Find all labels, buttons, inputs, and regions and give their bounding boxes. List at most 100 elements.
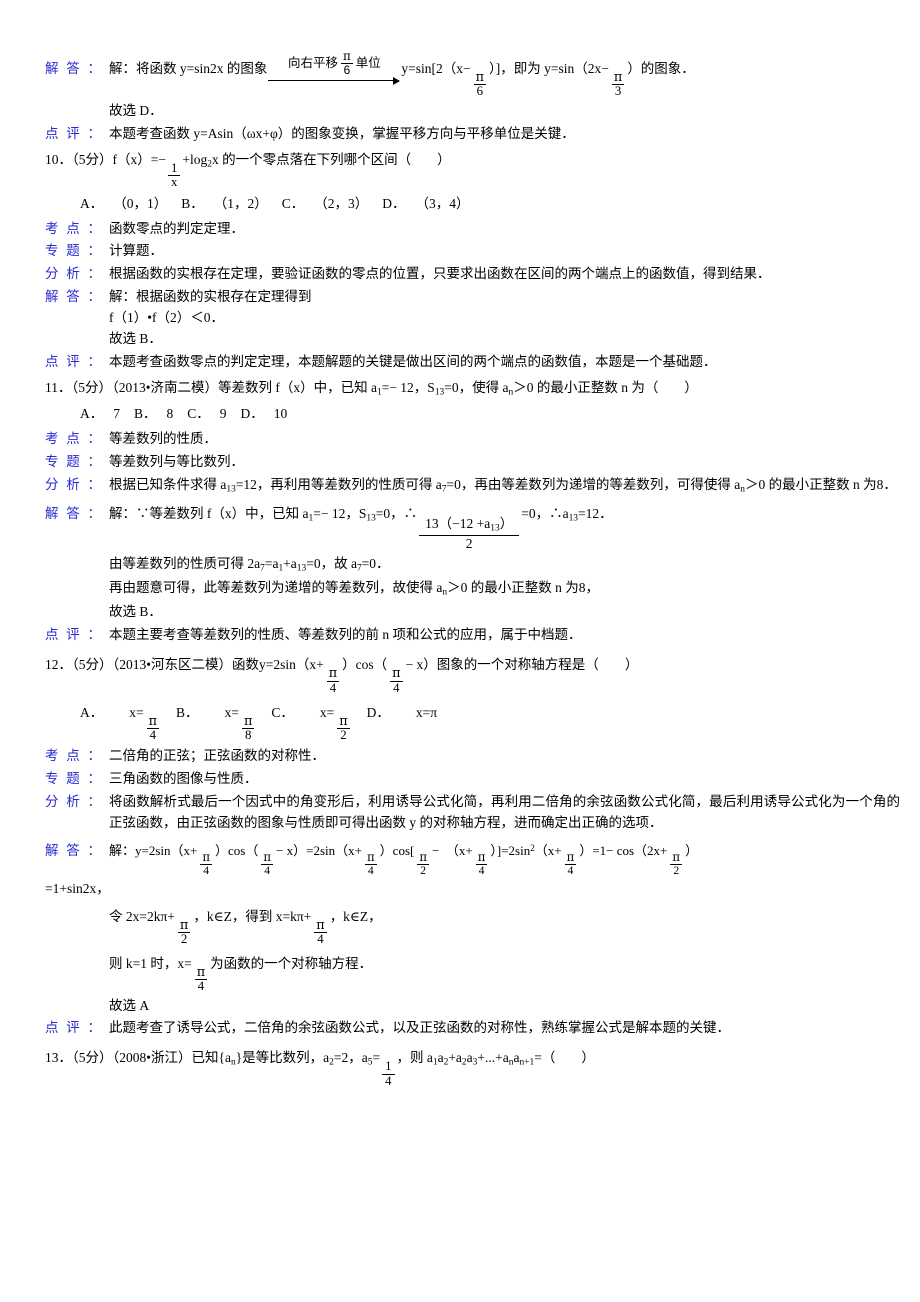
q12-frac-7: π2 [669,851,683,877]
q9-jieda-row: 解答 解：将函数 y=sin2x 的图象 向右平移π6单位 y=sin[2（x−… [45,49,900,99]
q11-option-d-key: D． [240,406,264,422]
q12-stem-c: − x）图象的一个对称轴方程是（ [405,657,599,673]
q12-source: （2013•河东区二模） [112,657,232,673]
q11-kaodian-text: 等差数列的性质． [109,431,217,447]
q10-jieda-row: 解答 解：根据函数的实根存在定理得到 f（1）•f（2）＜0． 故选 B． [45,287,900,350]
q13-stem-g: +a [448,1050,462,1066]
q9-fraction-pi-6: π6 [473,70,487,99]
q10-option-b-key: B． [181,195,204,211]
q12-stem-b: ）cos（ [342,657,388,673]
q9-jieda-prefix: 解：将函数 y=sin2x 的图象 [109,61,268,76]
q11-option-b-key: B． [134,406,157,422]
q11-jieda-body: 解：∵等差数列 f（x）中，已知 a1=− 12，S13=0，∴ 13（−12 +… [101,499,900,552]
q11-fenxi-c: =0，再由等差数列为递增的等差数列，可得使得 a [446,477,741,493]
q12-jieda-line5: 故选 A [109,997,150,1013]
q11-fenxi-sub-13: 13 [226,484,236,495]
q10-number: 10 [45,151,59,167]
q12-jieda-body: 解：y=2sin（x+ π 4 ）cos（ π 4− x）=2sin（x+ π 4 ）cos[π… [101,836,900,877]
frac-den: 2 [417,863,430,877]
q13-sub-n1: n+1 [519,1057,535,1068]
frac-den: 4 [194,979,208,993]
label-fenxi: 分析 [45,792,101,813]
q12-jieda-line4: 则 k=1 时，x= π 4 为函数的一个对称轴方程． [45,949,900,994]
q10-option-b[interactable]: B． （1，2） [181,196,268,211]
q13-stem: 13．（5分）（2008•浙江）已知{an}是等比数列，a2=2，a5= 1 4 ，则… [45,1050,595,1088]
q11-zhuanti-text: 等差数列与等比数列． [109,454,244,470]
q11-jieda-e: =12． [578,506,613,522]
q13-stem-c: =2，a [333,1050,368,1066]
label-jieda: 解答 [45,836,101,866]
q11-jieda-line3: 再由题意可得，此等差数列为递增的等差数列，故使得 an＞0 的最小正整数 n 为… [45,578,900,600]
q13-stem-e: ，则 a [396,1050,433,1066]
q9-jieda-end: ）的图象． [627,61,695,76]
q11-frac-denominator: 2 [419,535,520,552]
q11-option-b[interactable]: B． 8 [134,406,173,421]
q11-l3-b: ＞0 的最小正整数 n 为8， [447,580,599,596]
q11-stem-b: =− 12，S [381,379,435,395]
q9-answer-line: 故选 D． [109,102,163,118]
q11-stem-e: ） [684,379,698,395]
q12-l4-frac-pi-4: π4 [194,965,208,994]
q12-option-d[interactable]: D． x=π [367,705,437,720]
q12-jieda-p7: （x+ [534,842,562,858]
q11-option-a-value: 7 [113,406,120,422]
q10-option-c[interactable]: C． （2，3） [282,196,369,211]
q12-l3-frac-pi-2: π2 [177,918,191,947]
q10-dianping-row: 点评 本题考查函数零点的判定定理，本题解题的关键是做出区间的两个端点的函数值，本… [45,352,900,373]
document-page: 解答 解：将函数 y=sin2x 的图象 向右平移π6单位 y=sin[2（x−… [0,0,920,1302]
frac-num: π [202,850,211,865]
label-kaodian: 考点 [45,746,101,767]
q13-stem-l: ） [581,1050,595,1066]
document-content: 解答 解：将函数 y=sin2x 的图象 向右平移π6单位 y=sin[2（x−… [45,49,900,1090]
q11-option-c[interactable]: C． 9 [187,406,226,421]
frac-den: 4 [261,863,274,877]
q11-l2-b: =a [264,556,279,572]
q12-option-d-lhs: x=π [415,704,438,720]
q10-option-d-key: D． [382,195,406,211]
q11-stem-a: 等差数列 f（x）中，已知 a [217,379,377,395]
q11-zhuanti-row: 专题 等差数列与等比数列． [45,452,900,473]
label-jieda: 解答 [45,287,101,308]
q11-fenxi-d: ＞0 的最小正整数 n 为8． [744,477,897,493]
q12-option-c[interactable]: C． x= π 2 [271,705,352,742]
q11-number: 11 [45,379,58,395]
q11-jieda-sub-13: 13 [366,513,376,524]
q11-option-a-key: A． [80,406,104,422]
q11-frac-num-sub: 13 [490,523,500,534]
q11-l2-c: +a [283,556,297,572]
q11-option-a[interactable]: A． 7 [80,406,120,421]
q12-option-b[interactable]: B． x= π 8 [176,705,257,742]
q11-option-d[interactable]: D． 10 [241,406,288,421]
q10-option-a[interactable]: A． （0，1） [80,196,167,211]
q12-jieda-p3: − x）=2sin（x+ [276,842,362,858]
q11-l2-d: =0，故 a [306,556,357,572]
q11-sub-13: 13 [434,387,445,398]
q11-frac-num-a: 13（−12 +a [425,516,491,532]
q11-l2-a: 由等差数列的性质可得 2a [109,556,261,572]
q11-options: A． 7 B． 8 C． 9 D． 10 [45,403,900,426]
q10-stem-b: +log [182,151,208,167]
frac-den: 4 [146,728,160,742]
label-zhuanti: 专题 [45,769,101,790]
q12-option-a-lhs: x= [129,704,144,720]
q11-option-b-value: 8 [166,406,174,422]
q12-l4-b: 为函数的一个对称轴方程． [210,955,373,971]
q12-option-a[interactable]: A． x= π 4 [80,704,162,742]
q12-fraction-pi-4-b: π4 [389,667,403,695]
q11-dianping-row: 点评 本题主要考查等差数列的性质、等差数列的前 n 项和公式的应用，属于中档题． [45,625,900,646]
frac-den: 4 [382,1073,395,1088]
q10-option-d[interactable]: D． （3，4） [382,196,469,211]
arrow-frac-denominator: 6 [340,62,354,76]
q12-option-d-key: D． [366,704,390,720]
q12-zhuanti-text: 三角函数的图像与性质． [109,770,258,786]
q10-kaodian-row: 考点 函数零点的判定定理． [45,219,900,240]
arrow-shaft-icon [268,76,401,85]
q10-option-c-key: C． [281,195,305,211]
q13-stem-b: }是等比数列，a [235,1050,330,1066]
q12-jieda-row: 解答 解：y=2sin（x+π4）cos（π4− x）=2sin（x+π4）co… [45,836,900,877]
q11-stem: 11．（5分）（2013•济南二模）等差数列 f（x）中，已知 a1=− 12，… [45,379,698,398]
q11-jieda-b: =− 12，S [313,506,367,522]
label-fenxi: 分析 [45,264,101,285]
arrow-frac-numerator: π [342,49,351,64]
q10-jieda-line2: f（1）•f（2）＜0． [109,310,224,326]
